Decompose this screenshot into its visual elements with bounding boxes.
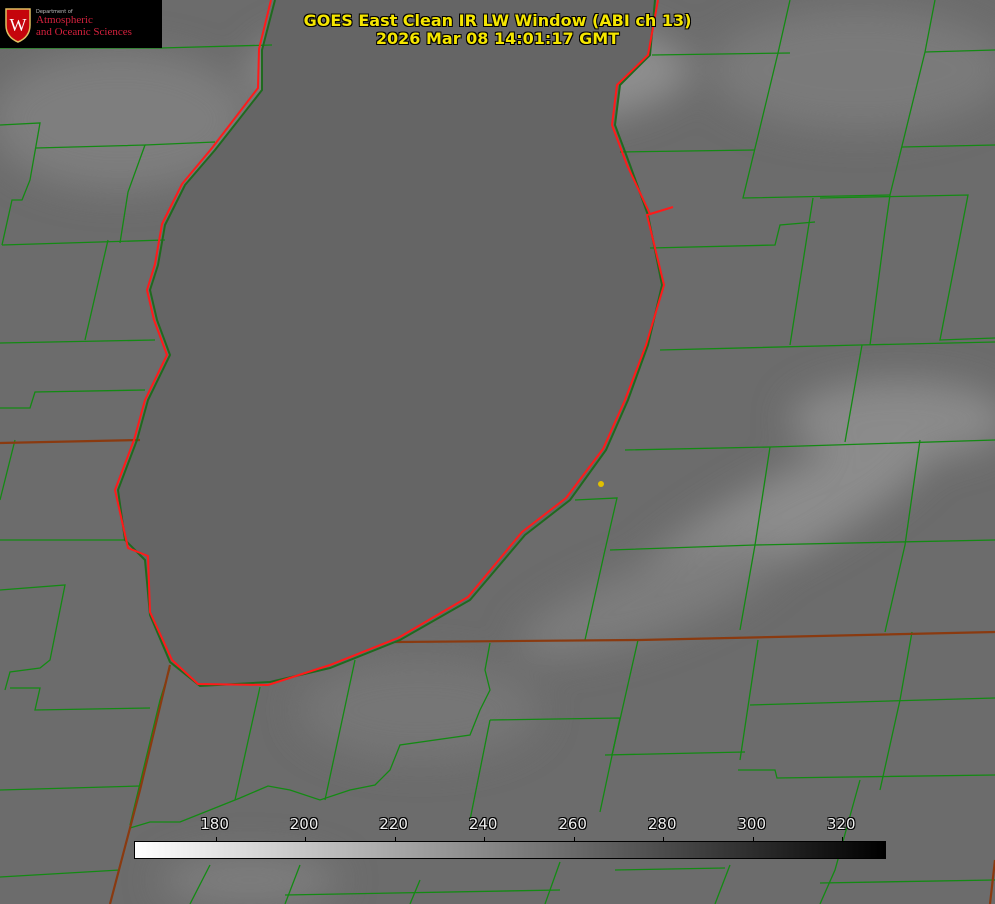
colorbar (134, 837, 886, 859)
colorbar-tick-mark (305, 837, 307, 842)
colorbar-tick-mark (394, 837, 396, 842)
logo-name-line2: and Oceanic Sciences (36, 25, 132, 38)
colorbar-tick-mark (663, 837, 665, 842)
colorbar-tick-mark (484, 837, 486, 842)
uw-aos-logo: W Department of Atmospheric and Oceanic … (0, 0, 162, 48)
uw-seal-icon: W (3, 4, 33, 44)
product-timestamp: 2026 Mar 08 14:01:17 GMT (375, 29, 620, 48)
colorbar-tick-label: 180 (200, 815, 229, 833)
colorbar-tick-mark (573, 837, 575, 842)
colorbar-tick-label: 280 (647, 815, 677, 833)
station-marker-dot (598, 481, 604, 487)
svg-text:W: W (10, 15, 27, 35)
colorbar-tick-mark (215, 837, 217, 842)
product-title: GOES East Clean IR LW Window (ABI ch 13) (303, 11, 692, 30)
colorbar-tick-mark (842, 837, 844, 842)
colorbar-tick-label: 220 (379, 815, 408, 833)
colorbar-tick-label: 200 (289, 815, 319, 833)
colorbar-tick-label: 300 (737, 815, 767, 833)
colorbar-tick-label: 320 (826, 815, 856, 833)
logo-name-line1: Atmospheric (36, 14, 93, 27)
colorbar-tick-label: 240 (468, 815, 498, 833)
colorbar-tick-label: 260 (558, 815, 587, 833)
satellite-map (0, 0, 995, 904)
colorbar-tick-mark (752, 837, 754, 842)
